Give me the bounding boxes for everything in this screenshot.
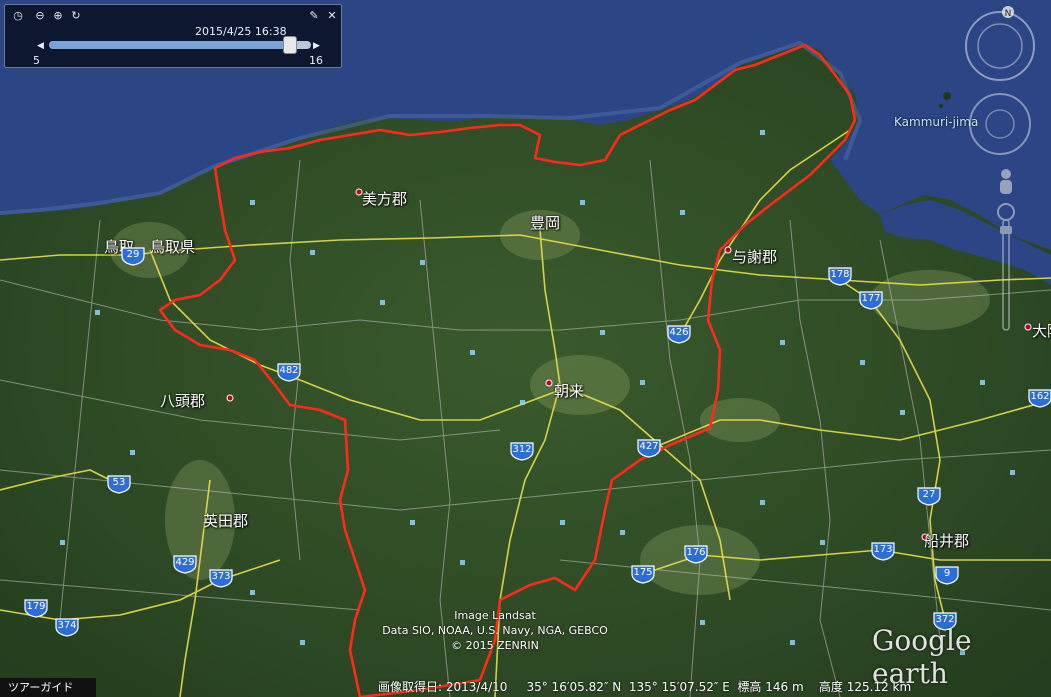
time-slider-track[interactable]: [49, 41, 311, 49]
close-icon[interactable]: ✕: [325, 9, 339, 23]
refresh-time-icon[interactable]: ↻: [69, 9, 83, 23]
credit-line-3: © 2015 ZENRIN: [451, 639, 539, 652]
time-slider-fill: [49, 41, 291, 49]
elevation: 標高 146 m: [737, 680, 804, 694]
tour-guide-button[interactable]: ツアーガイド: [0, 678, 96, 697]
route-shield-429: 429: [172, 554, 198, 574]
image-date: 画像取得日: 2013/4/10: [378, 680, 508, 694]
route-shield-177: 177: [858, 290, 884, 310]
island-shape: [943, 92, 951, 100]
credit-line-1: Image Landsat: [454, 609, 536, 622]
place-yosa[interactable]: 与謝郡: [732, 246, 777, 267]
time-slider-panel: ◷ ⊖ ⊕ ↻ ✎ ✕ 2015/4/25 16:38 ◀ ▶ 5 16: [4, 4, 342, 68]
eye-altitude: 高度 125.12 km: [818, 680, 912, 694]
route-shield-312: 312: [509, 441, 535, 461]
route-shield-175: 175: [630, 564, 656, 584]
pegman-icon[interactable]: [1000, 169, 1012, 194]
place-asago[interactable]: 朝来: [554, 380, 584, 401]
place-yazu[interactable]: 八頭郡: [160, 390, 205, 411]
place-funai[interactable]: 船井郡: [924, 530, 969, 551]
step-forward-icon[interactable]: ▶: [313, 41, 320, 51]
route-shield-162: 162: [1027, 388, 1051, 408]
slider-max-label: 16: [309, 54, 323, 67]
route-shield-29: 29: [120, 246, 146, 266]
route-shield-426: 426: [666, 324, 692, 344]
compass-ring[interactable]: [965, 11, 1035, 81]
route-shield-53: 53: [106, 474, 132, 494]
route-shield-373: 373: [208, 568, 234, 588]
look-joystick[interactable]: [969, 93, 1031, 155]
place-tottori-pref[interactable]: 鳥取県: [150, 236, 195, 257]
north-label: N: [1005, 9, 1012, 19]
zoom-out-time-icon[interactable]: ⊖: [33, 9, 47, 23]
place-aida[interactable]: 英田郡: [203, 510, 248, 531]
route-shield-9: 9: [934, 565, 960, 585]
route-shield-173: 173: [870, 541, 896, 561]
slider-min-label: 5: [33, 54, 40, 67]
longitude: 135° 15′07.52″ E: [628, 680, 730, 694]
route-shield-27: 27: [916, 486, 942, 506]
zoom-slider[interactable]: [997, 203, 1015, 331]
terrain-layer: [0, 0, 1051, 697]
route-shield-427: 427: [636, 438, 662, 458]
zoom-in-time-icon[interactable]: ⊕: [51, 9, 65, 23]
status-bar: 画像取得日: 2013/4/10 35° 16′05.82″ N 135° 15…: [378, 678, 1051, 697]
wrench-icon[interactable]: ✎: [307, 9, 321, 23]
imagery-credits: Image Landsat Data SIO, NOAA, U.S. Navy,…: [380, 608, 610, 653]
navigation-controls: N: [965, 6, 1035, 331]
route-shield-176: 176: [683, 544, 709, 564]
latitude: 35° 16′05.82″ N: [526, 680, 622, 694]
route-shield-374: 374: [54, 617, 80, 637]
route-shield-482: 482: [276, 362, 302, 382]
step-back-icon[interactable]: ◀: [37, 41, 44, 51]
map-view[interactable]: 鳥取 鳥取県 美方郡 豊岡 与謝郡 八頭郡 朝来 英田郡 船井郡 大阪 Kamm…: [0, 0, 1051, 697]
credit-line-2: Data SIO, NOAA, U.S. Navy, NGA, GEBCO: [382, 624, 608, 637]
clock-icon[interactable]: ◷: [11, 9, 25, 23]
place-toyooka[interactable]: 豊岡: [530, 212, 560, 233]
timestamp-label: 2015/4/25 16:38: [195, 25, 287, 38]
place-mikata[interactable]: 美方郡: [362, 188, 407, 209]
time-slider-thumb[interactable]: [283, 36, 298, 54]
route-shield-179: 179: [23, 598, 49, 618]
route-shield-178: 178: [827, 266, 853, 286]
